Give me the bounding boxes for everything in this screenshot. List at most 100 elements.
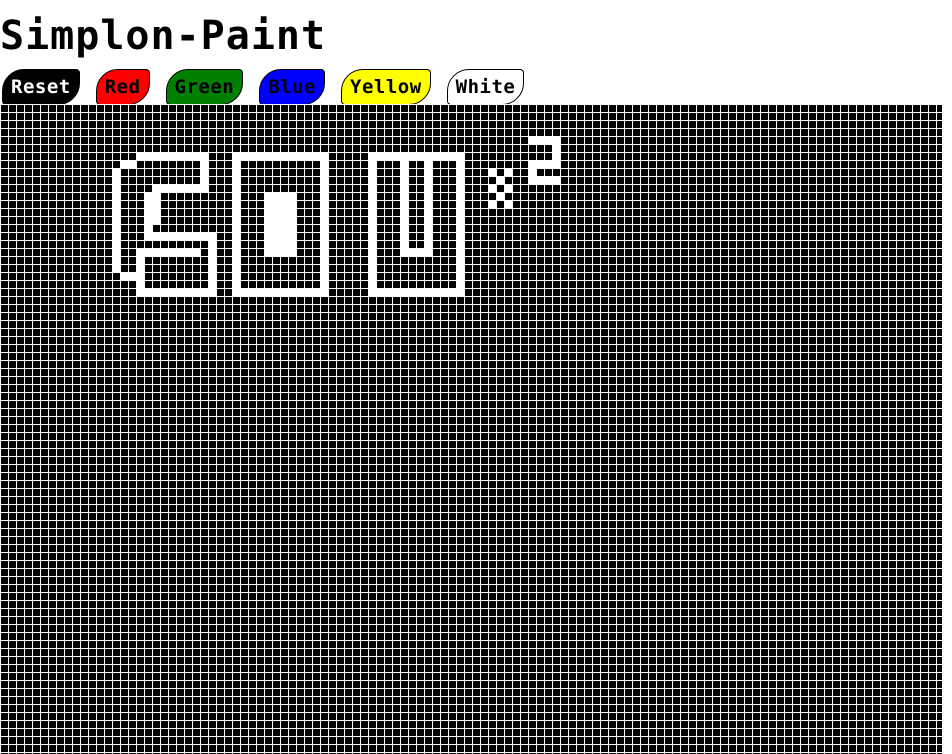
painted-pixel (368, 200, 376, 208)
painted-pixel (368, 248, 376, 256)
painted-pixel (200, 152, 208, 160)
painted-pixel (288, 240, 296, 248)
painted-pixel (184, 152, 192, 160)
painted-pixel (296, 152, 304, 160)
painted-pixel (272, 232, 280, 240)
painted-pixel (232, 216, 240, 224)
painted-pixel (416, 288, 424, 296)
yellow-button[interactable]: Yellow (341, 69, 431, 105)
painted-pixel (456, 232, 464, 240)
painted-pixel (456, 184, 464, 192)
painted-pixel (208, 272, 216, 280)
painted-pixel (184, 232, 192, 240)
white-button[interactable]: White (446, 69, 525, 105)
painted-pixel (232, 152, 240, 160)
painted-pixel (184, 288, 192, 296)
painted-pixel (152, 232, 160, 240)
painted-pixel (496, 192, 504, 200)
painted-pixel (288, 200, 296, 208)
painted-pixel (200, 160, 208, 168)
painted-pixel (168, 248, 176, 256)
painted-pixel (176, 248, 184, 256)
painted-pixel (192, 232, 200, 240)
painted-pixel (264, 152, 272, 160)
painted-pixel (400, 248, 408, 256)
painted-pixel (456, 272, 464, 280)
painted-pixel (424, 248, 432, 256)
painted-pixel (136, 152, 144, 160)
painted-pixel (400, 216, 408, 224)
painted-pixel (280, 192, 288, 200)
painted-pixel (192, 248, 200, 256)
painted-pixel (424, 200, 432, 208)
painted-pixel (144, 152, 152, 160)
painted-pixel (456, 200, 464, 208)
painted-pixel (536, 160, 544, 168)
color-toolbar: Reset Red Green Blue Yellow White (2, 69, 525, 107)
painted-pixel (504, 200, 512, 208)
painted-pixel (272, 200, 280, 208)
painted-pixel (368, 280, 376, 288)
red-button[interactable]: Red (95, 69, 150, 105)
painted-pixel (456, 248, 464, 256)
painted-pixel (424, 192, 432, 200)
painted-pixel (112, 208, 120, 216)
painted-pixel (400, 240, 408, 248)
painted-pixel (136, 272, 144, 280)
painted-pixel (424, 168, 432, 176)
painted-pixel (320, 248, 328, 256)
painted-pixel (400, 288, 408, 296)
painted-pixel (400, 224, 408, 232)
painted-pixel (424, 152, 432, 160)
painted-pixel (312, 152, 320, 160)
painted-pixel (312, 288, 320, 296)
painted-pixel (544, 160, 552, 168)
painted-pixel (264, 232, 272, 240)
painted-pixel (320, 192, 328, 200)
painted-pixel (320, 216, 328, 224)
painted-pixel (368, 208, 376, 216)
painted-pixel (264, 208, 272, 216)
painted-pixel (168, 232, 176, 240)
painted-pixel (232, 248, 240, 256)
painted-pixel (272, 152, 280, 160)
painted-pixel (368, 192, 376, 200)
painted-pixel (232, 280, 240, 288)
painted-pixel (448, 288, 456, 296)
painted-pixel (208, 256, 216, 264)
painted-pixel (296, 288, 304, 296)
painted-pixel (288, 152, 296, 160)
blue-button[interactable]: Blue (259, 69, 325, 105)
painted-pixel (144, 208, 152, 216)
painted-pixel (368, 288, 376, 296)
painted-pixel (136, 256, 144, 264)
painted-pixel (424, 288, 432, 296)
painted-pixel (440, 152, 448, 160)
painted-pixel (424, 232, 432, 240)
painted-pixel (200, 176, 208, 184)
painted-pixel (192, 288, 200, 296)
painted-pixel (544, 136, 552, 144)
painted-pixel (280, 152, 288, 160)
green-button[interactable]: Green (165, 69, 244, 105)
painted-pixel (488, 200, 496, 208)
painted-pixel (320, 184, 328, 192)
painted-pixel (528, 176, 536, 184)
painted-pixel (400, 192, 408, 200)
paint-canvas[interactable] (0, 104, 942, 754)
painted-pixel (488, 184, 496, 192)
painted-pixel (424, 160, 432, 168)
painted-pixel (280, 240, 288, 248)
painted-pixel (288, 224, 296, 232)
painted-pixel (112, 168, 120, 176)
painted-pixel (392, 288, 400, 296)
painted-pixel (456, 176, 464, 184)
painted-pixel (264, 240, 272, 248)
painted-pixel (184, 248, 192, 256)
painted-pixel (384, 152, 392, 160)
painted-pixel (400, 176, 408, 184)
painted-pixel (264, 224, 272, 232)
reset-button[interactable]: Reset (2, 69, 80, 105)
painted-pixel (192, 152, 200, 160)
pixel-grid[interactable] (0, 104, 942, 754)
